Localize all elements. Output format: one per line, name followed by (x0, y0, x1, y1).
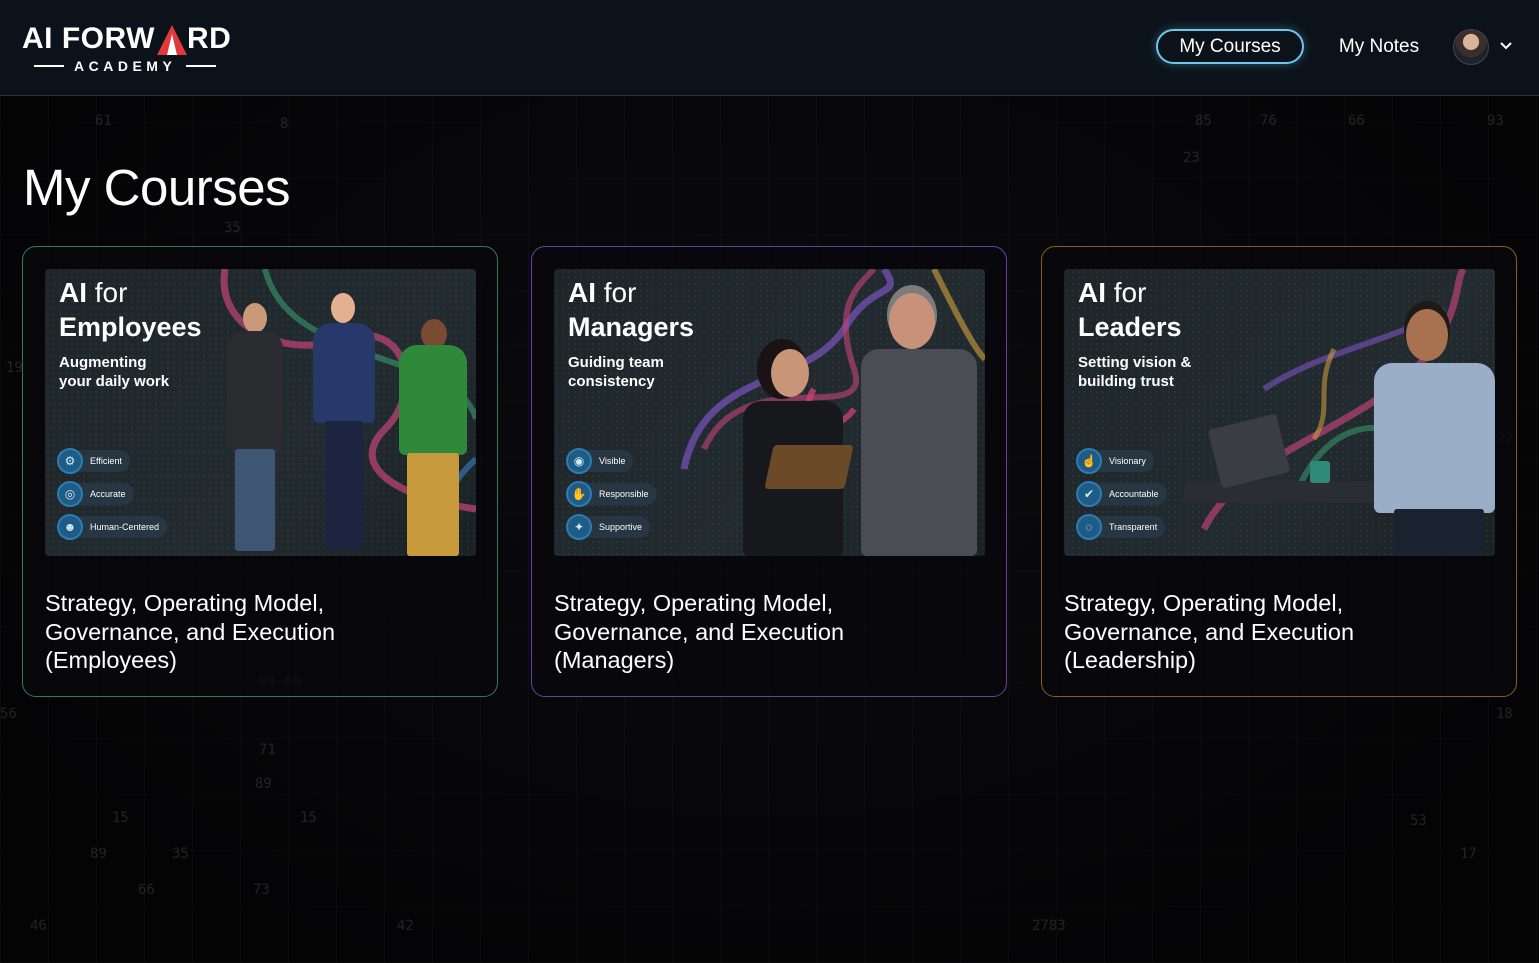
my-notes-nav-button[interactable]: My Notes (1330, 29, 1428, 64)
course-title[interactable]: Strategy, Operating Model, Governance, a… (554, 589, 984, 675)
background-digit: 2783 (1032, 918, 1066, 934)
course-card-leaders[interactable]: AI for Leaders Setting vision & building… (1041, 246, 1517, 697)
background-digit: 85 (1195, 113, 1212, 129)
top-nav-bar: AI FORW RD ACADEMY My Courses My Notes (0, 0, 1539, 96)
background-digit: 76 (1260, 113, 1277, 129)
person-illustration (859, 289, 979, 556)
support-icon: ✦ (566, 514, 592, 540)
badge-accountable: ✔ Accountable (1076, 481, 1167, 507)
background-digit: 66 (138, 882, 155, 898)
page-title: My Courses (23, 159, 291, 216)
target-icon: ◎ (57, 481, 83, 507)
person-illustration (225, 299, 285, 556)
badge-accurate: ◎ Accurate (57, 481, 134, 507)
background-digit: 17 (1460, 846, 1477, 862)
background-digit: 61 (95, 113, 112, 129)
thumbnail-ai-heading: AI for (1078, 277, 1147, 308)
badge-efficient: ⚙ Efficient (57, 448, 130, 474)
gear-icon: ⚙ (57, 448, 83, 474)
user-avatar[interactable] (1453, 29, 1489, 65)
badge-visionary: ☝ Visionary (1076, 448, 1154, 474)
background-digit: 66 (1348, 113, 1365, 129)
thumbnail-role: Employees (59, 312, 202, 342)
logo-wordmark: AI FORW RD (22, 22, 232, 55)
background-digit: 8 (280, 116, 289, 132)
background-digit: 15 (300, 810, 317, 826)
background-digit: 42 (397, 918, 414, 934)
thumbnail-subtitle: Setting vision & building trust (1078, 354, 1192, 390)
coffee-cup-illustration (1310, 461, 1330, 483)
ai-forward-academy-logo[interactable]: AI FORW RD ACADEMY (22, 20, 242, 80)
eye-icon: ◉ (566, 448, 592, 474)
background-digit: 18 (1496, 706, 1513, 722)
thumbnail-subtitle: Augmenting your daily work (59, 354, 170, 390)
background-digit: 93 (1487, 113, 1504, 129)
course-card-employees[interactable]: AI for Employees Augmenting your daily w… (22, 246, 498, 697)
badge-supportive: ✦ Supportive (566, 514, 651, 540)
course-thumbnail[interactable]: AI for Managers Guiding team consistency… (554, 269, 985, 556)
badge-human-centered: ☻ Human-Centered (57, 514, 168, 540)
thumbnail-ai-heading: AI for (568, 277, 637, 308)
background-digit: 73 (253, 882, 270, 898)
course-thumbnail[interactable]: AI for Leaders Setting vision & building… (1064, 269, 1495, 556)
person-illustration (1364, 309, 1495, 556)
badge-responsible: ✋ Responsible (566, 481, 657, 507)
hand-icon: ☝ (1076, 448, 1102, 474)
chevron-down-icon[interactable] (1498, 38, 1514, 54)
course-thumbnail[interactable]: AI for Employees Augmenting your daily w… (45, 269, 476, 556)
transparent-icon: ◌ (1076, 514, 1102, 540)
background-digit: 46 (30, 918, 47, 934)
person-illustration (311, 289, 377, 556)
badge-transparent: ◌ Transparent (1076, 514, 1166, 540)
background-digit: 71 (259, 742, 276, 758)
person-check-icon: ✔ (1076, 481, 1102, 507)
thumbnail-subtitle: Guiding team consistency (568, 354, 664, 390)
person-illustration (739, 345, 854, 556)
thumbnail-role: Managers (568, 312, 695, 342)
background-digit: 56 (0, 706, 17, 722)
background-digit: 89 (255, 776, 272, 792)
logo-a-icon (156, 24, 187, 55)
course-title[interactable]: Strategy, Operating Model, Governance, a… (45, 589, 475, 675)
badge-visible: ◉ Visible (566, 448, 634, 474)
thumbnail-role: Leaders (1078, 312, 1182, 342)
background-digit: 23 (1183, 150, 1200, 166)
people-icon: ☻ (57, 514, 83, 540)
background-digit: 35 (172, 846, 189, 862)
thumbnail-ai-heading: AI for (59, 277, 128, 308)
background-digit: 53 (1410, 813, 1427, 829)
logo-subtitle: ACADEMY (22, 58, 242, 74)
course-card-managers[interactable]: AI for Managers Guiding team consistency… (531, 246, 1007, 697)
handshake-icon: ✋ (566, 481, 592, 507)
background-digit: 35 (224, 220, 241, 236)
course-title[interactable]: Strategy, Operating Model, Governance, a… (1064, 589, 1494, 675)
background-digit: 89 (90, 846, 107, 862)
background-digit: 19 (6, 360, 23, 376)
my-courses-nav-button[interactable]: My Courses (1156, 29, 1304, 64)
background-digit: 15 (112, 810, 129, 826)
person-illustration (397, 315, 469, 556)
